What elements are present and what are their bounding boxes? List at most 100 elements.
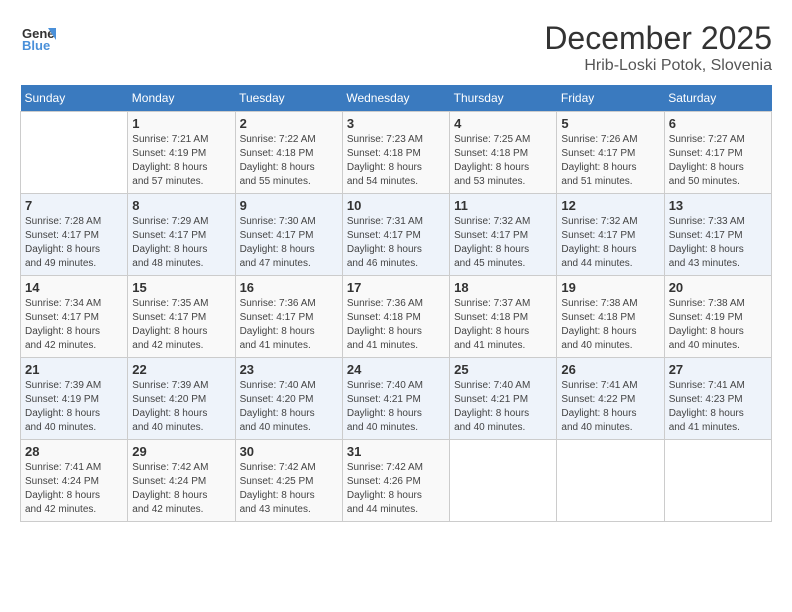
- calendar-cell: 23Sunrise: 7:40 AM Sunset: 4:20 PM Dayli…: [235, 358, 342, 440]
- calendar-week-5: 28 Sunrise: 7:41 AM Sunset: 4:24 PM Dayli…: [21, 440, 772, 522]
- day-info: Sunrise: 7:30 AM Sunset: 4:17 PM Dayligh…: [240, 215, 338, 271]
- day-number: 27: [669, 362, 767, 377]
- day-info: Sunrise: 7:41 AM Sunset: 4:23 PM Dayligh…: [669, 379, 767, 435]
- day-info: Sunrise: 7:41 AM Sunset: 4:22 PM Dayligh…: [561, 379, 659, 435]
- calendar-cell: 19Sunrise: 7:38 AM Sunset: 4:18 PM Dayli…: [557, 276, 664, 358]
- day-number: 30: [240, 444, 338, 459]
- calendar-cell: 17Sunrise: 7:36 AM Sunset: 4:18 PM Dayli…: [342, 276, 449, 358]
- day-number: 16: [240, 280, 338, 295]
- day-info: Sunrise: 7:42 AM Sunset: 4:25 PM Dayligh…: [240, 461, 338, 517]
- calendar-cell: 21 Sunrise: 7:39 AM Sunset: 4:19 PM Dayli…: [21, 358, 128, 440]
- day-info: Sunrise: 7:40 AM Sunset: 4:21 PM Dayligh…: [454, 379, 552, 435]
- logo: General Blue: [20, 20, 56, 56]
- day-number: 14: [25, 280, 123, 295]
- weekday-header-wednesday: Wednesday: [342, 85, 449, 112]
- calendar-cell: 9 Sunrise: 7:30 AM Sunset: 4:17 PM Daylig…: [235, 194, 342, 276]
- day-number: 12: [561, 198, 659, 213]
- calendar-cell: 25Sunrise: 7:40 AM Sunset: 4:21 PM Dayli…: [450, 358, 557, 440]
- title-block: December 2025 Hrib-Loski Potok, Slovenia: [544, 20, 772, 75]
- day-number: 3: [347, 116, 445, 131]
- day-number: 28: [25, 444, 123, 459]
- calendar-cell: 24 Sunrise: 7:40 AM Sunset: 4:21 PM Dayli…: [342, 358, 449, 440]
- calendar-cell: 18 Sunrise: 7:37 AM Sunset: 4:18 PM Dayli…: [450, 276, 557, 358]
- calendar-cell: 29 Sunrise: 7:42 AM Sunset: 4:24 PM Dayli…: [128, 440, 235, 522]
- calendar-cell: 14 Sunrise: 7:34 AM Sunset: 4:17 PM Dayli…: [21, 276, 128, 358]
- calendar-cell: 2 Sunrise: 7:22 AM Sunset: 4:18 PM Daylig…: [235, 112, 342, 194]
- day-info: Sunrise: 7:28 AM Sunset: 4:17 PM Dayligh…: [25, 215, 123, 271]
- location-title: Hrib-Loski Potok, Slovenia: [544, 57, 772, 75]
- day-number: 29: [132, 444, 230, 459]
- day-info: Sunrise: 7:38 AM Sunset: 4:19 PM Dayligh…: [669, 297, 767, 353]
- page-header: General Blue December 2025 Hrib-Loski Po…: [20, 20, 772, 75]
- day-info: Sunrise: 7:37 AM Sunset: 4:18 PM Dayligh…: [454, 297, 552, 353]
- calendar-cell: 6Sunrise: 7:27 AM Sunset: 4:17 PM Daylig…: [664, 112, 771, 194]
- day-number: 21: [25, 362, 123, 377]
- day-info: Sunrise: 7:21 AM Sunset: 4:19 PM Dayligh…: [132, 133, 230, 189]
- day-number: 15: [132, 280, 230, 295]
- day-info: Sunrise: 7:22 AM Sunset: 4:18 PM Dayligh…: [240, 133, 338, 189]
- weekday-header-friday: Friday: [557, 85, 664, 112]
- day-number: 9: [240, 198, 338, 213]
- day-info: Sunrise: 7:29 AM Sunset: 4:17 PM Dayligh…: [132, 215, 230, 271]
- day-number: 1: [132, 116, 230, 131]
- day-number: 18: [454, 280, 552, 295]
- day-number: 13: [669, 198, 767, 213]
- calendar-week-3: 14 Sunrise: 7:34 AM Sunset: 4:17 PM Dayli…: [21, 276, 772, 358]
- calendar-cell: 30 Sunrise: 7:42 AM Sunset: 4:25 PM Dayli…: [235, 440, 342, 522]
- day-number: 31: [347, 444, 445, 459]
- weekday-header-sunday: Sunday: [21, 85, 128, 112]
- day-info: Sunrise: 7:33 AM Sunset: 4:17 PM Dayligh…: [669, 215, 767, 271]
- day-info: Sunrise: 7:32 AM Sunset: 4:17 PM Dayligh…: [454, 215, 552, 271]
- calendar-cell: [664, 440, 771, 522]
- weekday-header-row: SundayMondayTuesdayWednesdayThursdayFrid…: [21, 85, 772, 112]
- calendar-cell: 1 Sunrise: 7:21 AM Sunset: 4:19 PM Daylig…: [128, 112, 235, 194]
- calendar-cell: 22 Sunrise: 7:39 AM Sunset: 4:20 PM Dayli…: [128, 358, 235, 440]
- day-number: 22: [132, 362, 230, 377]
- weekday-header-thursday: Thursday: [450, 85, 557, 112]
- calendar-cell: [21, 112, 128, 194]
- day-number: 4: [454, 116, 552, 131]
- weekday-header-monday: Monday: [128, 85, 235, 112]
- day-info: Sunrise: 7:39 AM Sunset: 4:20 PM Dayligh…: [132, 379, 230, 435]
- month-title: December 2025: [544, 20, 772, 57]
- calendar-week-1: 1 Sunrise: 7:21 AM Sunset: 4:19 PM Daylig…: [21, 112, 772, 194]
- day-number: 11: [454, 198, 552, 213]
- calendar-cell: 26 Sunrise: 7:41 AM Sunset: 4:22 PM Dayli…: [557, 358, 664, 440]
- day-number: 8: [132, 198, 230, 213]
- day-info: Sunrise: 7:42 AM Sunset: 4:24 PM Dayligh…: [132, 461, 230, 517]
- day-number: 6: [669, 116, 767, 131]
- day-number: 20: [669, 280, 767, 295]
- day-info: Sunrise: 7:35 AM Sunset: 4:17 PM Dayligh…: [132, 297, 230, 353]
- calendar-cell: 15 Sunrise: 7:35 AM Sunset: 4:17 PM Dayli…: [128, 276, 235, 358]
- day-number: 17: [347, 280, 445, 295]
- calendar-cell: 11 Sunrise: 7:32 AM Sunset: 4:17 PM Dayli…: [450, 194, 557, 276]
- day-info: Sunrise: 7:42 AM Sunset: 4:26 PM Dayligh…: [347, 461, 445, 517]
- logo-icon: General Blue: [20, 20, 56, 56]
- day-info: Sunrise: 7:39 AM Sunset: 4:19 PM Dayligh…: [25, 379, 123, 435]
- calendar-cell: 27 Sunrise: 7:41 AM Sunset: 4:23 PM Dayli…: [664, 358, 771, 440]
- day-info: Sunrise: 7:40 AM Sunset: 4:21 PM Dayligh…: [347, 379, 445, 435]
- calendar-table: SundayMondayTuesdayWednesdayThursdayFrid…: [20, 85, 772, 522]
- day-info: Sunrise: 7:41 AM Sunset: 4:24 PM Dayligh…: [25, 461, 123, 517]
- calendar-cell: [557, 440, 664, 522]
- calendar-cell: 28 Sunrise: 7:41 AM Sunset: 4:24 PM Dayli…: [21, 440, 128, 522]
- day-number: 24: [347, 362, 445, 377]
- calendar-cell: 31 Sunrise: 7:42 AM Sunset: 4:26 PM Dayli…: [342, 440, 449, 522]
- weekday-header-saturday: Saturday: [664, 85, 771, 112]
- day-info: Sunrise: 7:36 AM Sunset: 4:17 PM Dayligh…: [240, 297, 338, 353]
- day-number: 2: [240, 116, 338, 131]
- svg-text:Blue: Blue: [22, 38, 50, 53]
- calendar-cell: [450, 440, 557, 522]
- day-number: 10: [347, 198, 445, 213]
- day-info: Sunrise: 7:38 AM Sunset: 4:18 PM Dayligh…: [561, 297, 659, 353]
- day-number: 26: [561, 362, 659, 377]
- calendar-cell: 8 Sunrise: 7:29 AM Sunset: 4:17 PM Daylig…: [128, 194, 235, 276]
- day-info: Sunrise: 7:26 AM Sunset: 4:17 PM Dayligh…: [561, 133, 659, 189]
- calendar-body: 1 Sunrise: 7:21 AM Sunset: 4:19 PM Daylig…: [21, 112, 772, 522]
- calendar-cell: 3 Sunrise: 7:23 AM Sunset: 4:18 PM Daylig…: [342, 112, 449, 194]
- day-info: Sunrise: 7:23 AM Sunset: 4:18 PM Dayligh…: [347, 133, 445, 189]
- day-info: Sunrise: 7:40 AM Sunset: 4:20 PM Dayligh…: [240, 379, 338, 435]
- day-info: Sunrise: 7:34 AM Sunset: 4:17 PM Dayligh…: [25, 297, 123, 353]
- calendar-cell: 7Sunrise: 7:28 AM Sunset: 4:17 PM Daylig…: [21, 194, 128, 276]
- weekday-header-tuesday: Tuesday: [235, 85, 342, 112]
